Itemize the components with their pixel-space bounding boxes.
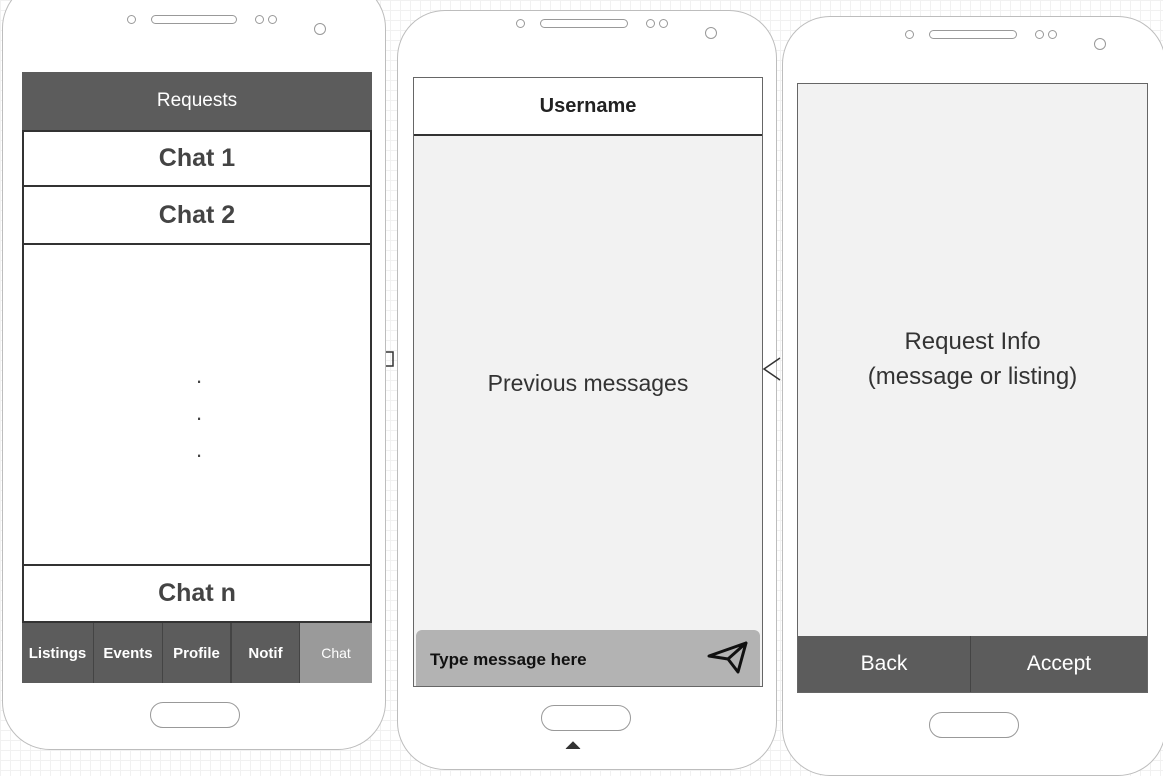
request-info-subtitle: (message or listing) [867,363,1078,390]
tab-listings[interactable]: Listings [22,623,94,683]
connector-bracket-1 [386,351,394,367]
home-button[interactable] [150,702,240,728]
sensor-dot [127,15,136,24]
sensor-dot [659,19,668,28]
chat-item-label: Chat 2 [158,200,236,229]
chat-item-label: Chat n [158,579,236,607]
message-history-label: Previous messages [487,369,689,396]
ellipsis-dot: . [196,363,203,388]
message-history: Previous messages [414,136,762,630]
back-button[interactable]: Back [798,636,971,692]
chat-screen: Username Previous messages Type message … [413,77,763,687]
message-input-placeholder: Type message here [430,650,587,669]
requests-screen: Requests Chat 1 Chat 2 . . . Chat n List… [22,72,372,683]
sensor-dot [1035,30,1044,39]
accept-button[interactable]: Accept [971,636,1147,692]
tab-listings-label: Listings [28,644,87,662]
sensor-dot [905,30,914,39]
tab-chat-label: Chat [321,645,351,661]
sensor-dot [646,19,655,28]
speaker-grille [929,30,1017,39]
tab-notif-label: Notif [248,644,283,662]
request-info-title: Request Info [904,328,1041,356]
sensor-dot [516,19,525,28]
accept-button-label: Accept [1026,652,1092,675]
speaker-grille [151,15,237,24]
tab-chat-active[interactable]: Chat [300,623,372,683]
chat-list-filler: . . . [22,245,372,565]
sensor-dot [268,15,277,24]
ellipsis-dot: . [196,437,203,462]
home-button[interactable] [929,712,1019,738]
chat-item-label: Chat 1 [158,144,236,172]
requests-header: Requests [22,72,372,130]
tab-events-label: Events [103,644,153,662]
bottom-tab-bar: Listings Events Profile Notif Chat [22,623,372,683]
speaker-grille [540,19,628,28]
back-button-label: Back [860,652,908,675]
tab-events[interactable]: Events [94,623,163,683]
tab-notif[interactable]: Notif [232,623,300,683]
front-camera [1094,38,1106,50]
request-info-screen: Request Info (message or listing) Back A… [797,83,1148,693]
front-camera [314,23,326,35]
chat-list-item-last[interactable]: Chat n [22,564,372,623]
chat-list-item[interactable]: Chat 1 [22,130,372,187]
front-camera [705,27,717,39]
tab-profile[interactable]: Profile [163,623,232,683]
ellipsis-dot: . [196,400,203,425]
chat-username-header: Username [414,78,762,136]
username-label: Username [539,94,637,117]
request-info-body: Request Info (message or listing) [798,84,1147,636]
sensor-dot [255,15,264,24]
send-icon[interactable] [706,639,750,675]
tab-profile-label: Profile [173,644,220,662]
home-button[interactable] [541,705,631,731]
sensor-dot [1048,30,1057,39]
chat-list-item[interactable]: Chat 2 [22,187,372,245]
requests-title: Requests [156,90,238,111]
message-input-bar[interactable]: Type message here [416,630,760,686]
